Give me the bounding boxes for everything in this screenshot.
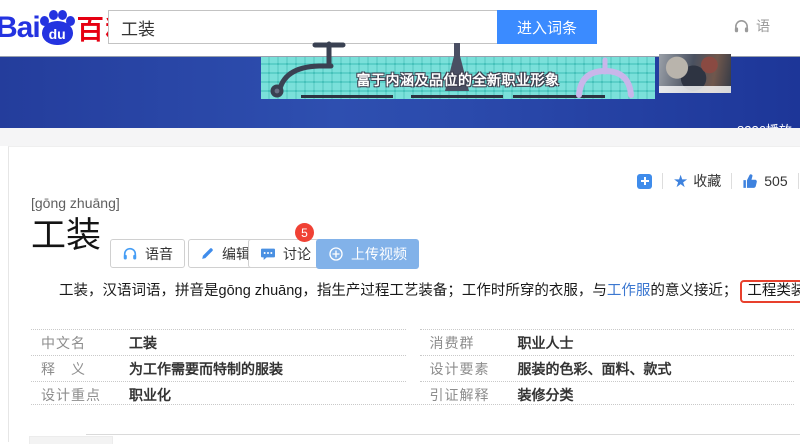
divider: [662, 173, 663, 189]
discuss-button[interactable]: 讨论: [248, 239, 323, 268]
summary-text: 的意义接近；: [650, 283, 737, 299]
table-row: 中文名 工装: [31, 329, 406, 355]
voice-button-label: 语音: [145, 244, 173, 264]
row-label: 消费群: [420, 333, 518, 353]
row-label: 中文名: [31, 333, 129, 353]
pencil-icon: [200, 246, 215, 261]
background-strip: [0, 128, 800, 146]
divider: [731, 173, 732, 189]
logo-text-du: du: [39, 26, 76, 42]
circle-plus-icon: [328, 246, 344, 262]
voice-control[interactable]: 语: [733, 16, 770, 36]
entry-summary: 工装，汉语词语，拼音是gōng zhuāng，指生产过程工艺装备；工作时所穿的衣…: [31, 279, 800, 304]
table-row: 设计要素 服装的色彩、面料、款式: [420, 355, 795, 381]
voice-button[interactable]: 语音: [110, 239, 185, 268]
favorite-label: 收藏: [693, 171, 721, 191]
search-input[interactable]: [108, 10, 498, 44]
promo-banner[interactable]: 富于内涵及品位的全新职业形象 8226播放: [0, 56, 800, 128]
table-row: 消费群 职业人士: [420, 329, 795, 355]
row-value: 装修分类: [518, 385, 574, 405]
entry-pinyin: [gōng zhuāng]: [31, 195, 120, 211]
row-value: 职业人士: [518, 333, 574, 353]
like-button[interactable]: 505: [742, 173, 787, 190]
highlighted-annotation: 工程类装修。: [740, 280, 800, 303]
like-count: 505: [764, 173, 787, 189]
enter-entry-button[interactable]: 进入词条: [497, 10, 597, 44]
baidu-paw-icon: du: [39, 9, 76, 47]
infobox-table: 中文名 工装 消费群 职业人士 释 义 为工作需要而特制的服装 设计要素 服装的…: [31, 329, 794, 407]
infobox-bottom-border: [31, 404, 794, 405]
row-label: 设计重点: [31, 385, 129, 405]
speech-bubble-icon: [260, 246, 276, 262]
add-icon[interactable]: [637, 174, 652, 189]
row-label: 设计要素: [420, 359, 518, 379]
entry-card: ★ 收藏 505 [gōng zhuāng] 工装 语音: [8, 146, 800, 442]
voice-hint-label: 语: [756, 16, 770, 36]
section-divider: [86, 434, 800, 435]
headphone-icon: [733, 18, 750, 35]
top-header: Bai du 百科 进入词条 语: [0, 0, 800, 56]
row-value: 为工作需要而特制的服装: [129, 359, 283, 379]
summary-text: 工装，汉语词语，拼音是gōng zhuāng，指生产过程工艺装备；工作时所穿的衣…: [59, 283, 607, 299]
banner-slogan: 富于内涵及品位的全新职业形象: [261, 70, 655, 90]
row-label: 引证解释: [420, 385, 518, 405]
star-icon: ★: [673, 173, 688, 190]
upload-video-label: 上传视频: [351, 244, 407, 264]
banner-illustration: 富于内涵及品位的全新职业形象: [261, 57, 655, 99]
row-value: 工装: [129, 333, 157, 353]
toc-stub: [29, 436, 113, 444]
work-clothes-link[interactable]: 工作服: [607, 283, 651, 299]
entry-title: 工装: [31, 217, 101, 255]
divider: [798, 173, 799, 189]
thumbs-up-icon: [742, 173, 759, 190]
video-thumbnail[interactable]: [659, 54, 731, 93]
discuss-button-label: 讨论: [283, 244, 311, 264]
edit-button-label: 编辑: [222, 244, 250, 264]
row-label: 释 义: [31, 359, 129, 379]
logo-text-bai: Bai: [0, 11, 40, 45]
upload-video-button[interactable]: 上传视频: [316, 239, 419, 269]
table-row: 释 义 为工作需要而特制的服装: [31, 355, 406, 381]
row-value: 服装的色彩、面料、款式: [518, 359, 672, 379]
entry-actions: ★ 收藏 505: [637, 171, 800, 191]
favorite-button[interactable]: ★ 收藏: [673, 171, 721, 191]
row-value: 职业化: [129, 385, 171, 405]
discuss-count-badge: 5: [295, 223, 314, 242]
headphone-icon: [122, 246, 138, 262]
